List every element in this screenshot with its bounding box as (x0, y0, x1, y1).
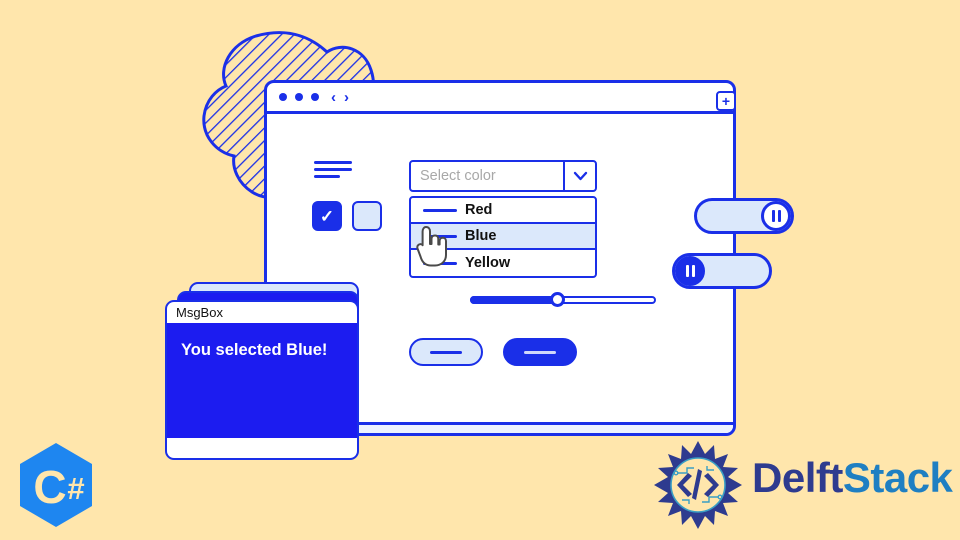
delftstack-mark-icon (654, 441, 742, 529)
toggle-switch-on[interactable] (694, 198, 794, 234)
toggle-switch-off[interactable] (672, 253, 772, 289)
add-tab-button[interactable]: + (716, 91, 736, 111)
dropdown-option-yellow[interactable]: Yellow (411, 250, 595, 276)
option-dash-icon (423, 261, 457, 265)
dropdown-option-blue[interactable]: Blue (411, 224, 595, 250)
value-slider[interactable] (470, 292, 656, 307)
action-button-row (409, 338, 577, 366)
chevron-down-icon[interactable] (563, 162, 595, 190)
wordmark-part-stack: Stack (842, 454, 953, 501)
color-select-placeholder: Select color (420, 168, 496, 184)
slider-thumb[interactable] (549, 292, 565, 307)
window-titlebar: ‹ › + (267, 83, 736, 114)
csharp-logo: C # (20, 443, 92, 527)
delftstack-logo: DelftStack (652, 440, 953, 530)
msgbox-message: You selected Blue! (181, 341, 328, 359)
msgbox-title: MsgBox (167, 302, 357, 323)
svg-text:#: # (67, 471, 84, 506)
msgbox-footer (167, 438, 357, 458)
window-dot-3 (311, 93, 319, 101)
window-dot-1 (279, 93, 287, 101)
illustration-canvas: ‹ › + ✓ Select color Red Blue Yellow Msg… (0, 0, 960, 540)
pause-icon (771, 210, 781, 222)
color-select-group: Select color Red Blue Yellow (409, 160, 597, 278)
msgbox-body: You selected Blue! (167, 323, 357, 438)
pause-icon (685, 265, 695, 277)
option-dash-icon (423, 234, 457, 238)
msgbox-dialog: MsgBox You selected Blue! (165, 300, 359, 460)
primary-pill-button[interactable] (503, 338, 577, 366)
checkbox-unchecked[interactable] (352, 201, 382, 231)
secondary-pill-button[interactable] (409, 338, 483, 366)
chevron-right-icon[interactable]: › (344, 90, 349, 105)
window-dot-2 (295, 93, 303, 101)
checkbox-checked[interactable]: ✓ (312, 201, 342, 231)
toggle-knob (675, 256, 705, 286)
menu-lines-decoration (314, 161, 352, 182)
button-dash-icon (524, 350, 556, 354)
dropdown-option-label: Blue (465, 228, 497, 244)
svg-text:C: C (33, 461, 66, 513)
button-dash-icon (430, 350, 462, 354)
toggle-switch-group (672, 198, 794, 289)
dropdown-option-label: Yellow (465, 255, 511, 271)
delftstack-wordmark: DelftStack (752, 454, 953, 502)
color-select-box[interactable]: Select color (409, 160, 597, 192)
dropdown-option-red[interactable]: Red (411, 198, 595, 224)
toggle-knob (761, 201, 791, 231)
chevron-left-icon[interactable]: ‹ (331, 90, 336, 105)
slider-fill (470, 296, 558, 304)
option-dash-icon (423, 208, 457, 212)
color-dropdown-list: Red Blue Yellow (409, 196, 597, 278)
checkbox-group: ✓ (312, 201, 382, 231)
wordmark-part-delft: Delft (752, 454, 843, 501)
dropdown-option-label: Red (465, 202, 493, 218)
